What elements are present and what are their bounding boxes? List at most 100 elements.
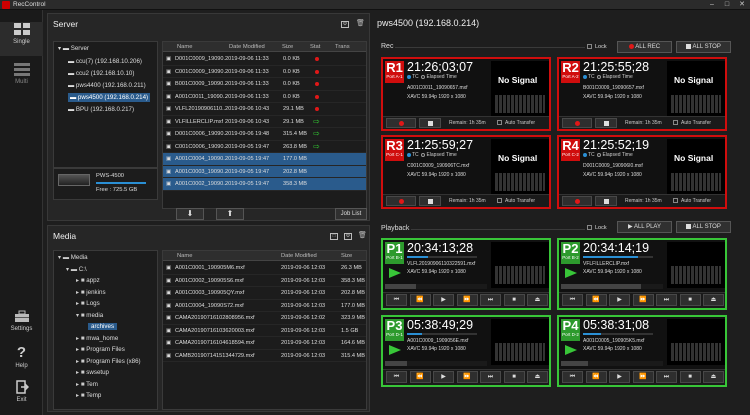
playback-progress-track[interactable] [583,256,653,258]
fast-forward-icon[interactable]: ⏩ [632,294,654,306]
table-row[interactable]: ▣ A001C0004_19090S72.mxf 2019-09-06 12:03 1… [163,300,366,312]
stop-icon[interactable]: ■ [679,294,701,306]
media-delete-icon[interactable]: 🗑 [358,232,367,240]
eject-icon[interactable]: ⏏ [527,294,548,306]
auto-transfer-checkbox[interactable] [673,198,678,203]
col-stat[interactable]: Stat [310,44,320,50]
skip-back-icon[interactable]: ⏮ [562,371,583,383]
eject-icon[interactable]: ⏏ [703,371,724,383]
playback-seek-track[interactable] [385,284,487,289]
close-icon[interactable]: ✕ [735,0,749,10]
rewind-icon[interactable]: ⏪ [409,294,431,306]
nav-settings-button[interactable]: Settings [0,310,43,340]
table-row[interactable]: ▣ CAMA20190716102808956.mxf 2019-09-06 12:… [163,312,366,325]
tc-radio[interactable] [407,74,411,79]
tree-node[interactable]: ▾ ■ media [76,312,103,319]
rec-button[interactable] [386,118,416,128]
all-rec-button[interactable]: ALL REC [617,41,672,53]
table-row[interactable]: ▣ A001C0011_19090... 2019-09-06 11:33 0.0 K… [163,91,366,103]
table-row[interactable]: ▣ A001C0001_190905M6.mxf 2019-09-06 12:03 2… [163,262,366,275]
col-name[interactable]: Name [177,253,192,259]
server-settings-icon[interactable]: ⚙ [341,21,349,28]
skip-back-icon[interactable]: ⏮ [386,371,407,383]
table-row[interactable]: ▣ C001C0009_19090... 2019-09-06 11:33 0.0 K… [163,66,366,78]
tree-node[interactable]: ▸ ■ Program Files [76,346,125,353]
col-date[interactable]: Date Modified [229,44,265,50]
skip-forward-icon[interactable]: ⏭ [656,371,677,383]
fast-forward-icon[interactable]: ⏩ [456,294,478,306]
rec-all-stop-button[interactable]: ALL STOP [676,41,731,53]
rec-lock-checkbox[interactable] [587,44,592,49]
table-row[interactable]: ▣ B001C0009_19090... 2019-09-06 11:33 0.0 K… [163,78,366,91]
col-date[interactable]: Date Modified [281,253,317,259]
tree-node[interactable]: ▸ ■ Tem [76,381,98,388]
tree-node[interactable]: ▸ ■ Program Files (x86) [76,358,141,365]
playback-seek-track[interactable] [561,284,663,289]
rec-button[interactable] [562,118,592,128]
tree-node-bpu[interactable]: ▬ BPU (192.168.0.217) [68,106,134,113]
table-row[interactable]: ▣ C001C0006_19090... 2019-09-05 19:47 263.8… [163,141,366,153]
skip-back-icon[interactable]: ⏮ [386,294,407,306]
minimize-icon[interactable]: – [705,0,719,10]
table-row[interactable]: ▣ A001C0004_19090... 2019-09-05 19:47 177.0… [163,153,366,166]
elapsed-radio[interactable] [597,74,602,79]
elapsed-radio[interactable] [421,74,426,79]
tree-node-pws4400[interactable]: ▬ pws4400 (192.168.0.211) [68,82,146,89]
job-list-button[interactable]: Job List [335,208,367,220]
table-row[interactable]: ▣ VLFL20190906110... 2019-09-06 10:43 29.1 … [163,103,366,116]
tc-radio[interactable] [407,152,411,157]
stop-button[interactable] [595,118,617,128]
rewind-icon[interactable]: ⏪ [585,294,607,306]
table-row[interactable]: ▣ CAMB20190714151344729.mxf 2019-09-06 12:… [163,350,366,362]
stop-button[interactable] [419,118,441,128]
tree-node[interactable]: ▸ ■ appz [76,277,100,284]
tree-node-pws4500[interactable]: ▬ pws4500 (192.168.0.214) [68,93,151,102]
col-size[interactable]: Size [341,253,352,259]
elapsed-radio[interactable] [597,152,602,157]
nav-exit-button[interactable]: Exit [0,380,43,410]
auto-transfer-checkbox[interactable] [497,198,502,203]
playback-progress-track[interactable] [407,256,477,258]
playback-all-stop-button[interactable]: ALL STOP [676,221,731,233]
table-row[interactable]: ▣ D001C0006_19090... 2019-09-06 19:48 315.4… [163,128,366,141]
tree-node[interactable]: ▾ ▬ C:\ [66,266,87,273]
play-icon[interactable]: ▶ [609,371,630,383]
tree-node[interactable]: archives [88,323,118,330]
skip-forward-icon[interactable]: ⏭ [480,294,501,306]
download-button[interactable]: ⬇ [176,208,204,220]
table-row[interactable]: ▣ D001C0009_19090... 2019-09-06 11:33 0.0 K… [163,53,366,66]
table-row[interactable]: ▣ CAMA20190716103620003.mxf 2019-09-06 12:… [163,325,366,337]
auto-transfer-checkbox[interactable] [497,120,502,125]
stop-button[interactable] [595,196,617,206]
stop-button[interactable] [419,196,441,206]
tree-node[interactable]: ▸ ■ mwa_home [76,335,118,342]
tc-radio[interactable] [583,74,587,79]
col-name[interactable]: Name [177,44,192,50]
table-row[interactable]: ▣ A001C0003_19090... 2019-09-05 19:47 202.8… [163,165,366,178]
media-settings-icon[interactable]: ⚙ [344,233,352,240]
tree-node-server[interactable]: ▾ ▬ Server [58,45,89,52]
playback-seek-track[interactable] [385,361,487,366]
eject-icon[interactable]: ⏏ [703,294,724,306]
table-row[interactable]: ▣ A001C0002_190905S6.mxf 2019-09-06 12:03 3… [163,275,366,287]
table-row[interactable]: ▣ A001C0002_19090... 2019-09-05 19:47 358.3… [163,178,366,191]
all-play-button[interactable]: ▶ ALL PLAY [617,221,672,233]
rewind-icon[interactable]: ⏪ [409,371,431,383]
play-icon[interactable]: ▶ [609,294,630,306]
nav-help-button[interactable]: ? Help [0,345,43,376]
fast-forward-icon[interactable]: ⏩ [632,371,654,383]
stop-icon[interactable]: ■ [503,371,525,383]
play-icon[interactable]: ▶ [433,294,454,306]
tc-radio[interactable] [583,152,587,157]
auto-transfer-checkbox[interactable] [673,120,678,125]
tree-node[interactable]: ▸ ■ Logs [76,300,100,307]
playback-seek-track[interactable] [561,361,663,366]
stop-icon[interactable]: ■ [679,371,701,383]
rec-button[interactable] [562,196,592,206]
maximize-icon[interactable]: □ [720,0,734,10]
stop-icon[interactable]: ■ [503,294,525,306]
tree-node[interactable]: ▸ ■ jenkins [76,289,106,296]
table-row[interactable]: ▣ VLFILLERCLIP.mxf 2019-09-06 10:43 29.1 MB… [163,116,366,128]
play-icon[interactable]: ▶ [433,371,454,383]
col-trans[interactable]: Trans [335,44,350,50]
